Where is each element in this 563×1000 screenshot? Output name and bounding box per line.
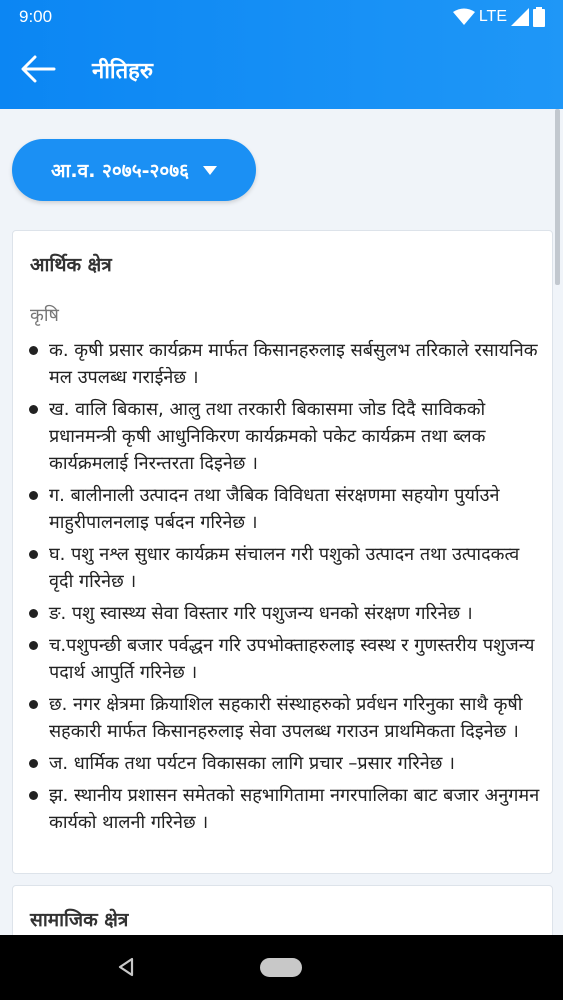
system-nav-bar: [0, 935, 563, 1000]
nav-home-pill-icon[interactable]: [260, 958, 302, 977]
list-item: क. कृषी प्रसार कार्यक्रम मार्फत किसानहरु…: [27, 337, 549, 391]
page-title: नीतिहरु: [92, 59, 153, 84]
fiscal-year-label: आ.व. २०७५-२०७६: [51, 160, 189, 182]
list-item: छ. नगर क्षेत्रमा क्रियाशिल सहकारी संस्था…: [27, 691, 549, 745]
policy-list: क. कृषी प्रसार कार्यक्रम मार्फत किसानहरु…: [27, 337, 549, 841]
subcategory-label: कृषि: [30, 305, 59, 326]
wifi-icon: [452, 8, 475, 25]
fiscal-year-dropdown[interactable]: आ.व. २०७५-२०७६: [12, 139, 256, 201]
list-item: ज. धार्मिक तथा पर्यटन विकासका लागि प्रचा…: [27, 750, 549, 777]
arrow-left-icon[interactable]: [20, 55, 56, 83]
signal-icon: [511, 8, 529, 26]
app-bar: 9:00 LTE नीतिहरु: [0, 0, 563, 109]
battery-icon: [533, 7, 545, 27]
main-content[interactable]: आ.व. २०७५-२०७६ आर्थिक क्षेत्र कृषि क. कृ…: [0, 109, 563, 935]
nav-back-icon[interactable]: [116, 957, 136, 977]
section-title: आर्थिक क्षेत्र: [30, 254, 112, 276]
scrollbar[interactable]: [555, 109, 560, 285]
dropdown-triangle-icon: [202, 165, 217, 175]
section-title: सामाजिक क्षेत्र: [30, 909, 129, 931]
status-bar: 9:00 LTE: [0, 0, 563, 34]
list-item: ग. बालीनाली उत्पादन तथा जैबिक विविधता सं…: [27, 482, 549, 536]
list-item: ख. वालि बिकास, आलु तथा तरकारी बिकासमा जो…: [27, 396, 549, 477]
list-item: च.पशुपन्छी बजार पर्वद्धन गरि उपभोक्ताहरु…: [27, 632, 549, 686]
list-item: झ. स्थानीय प्रशासन समेतको सहभागितामा नगर…: [27, 782, 549, 836]
network-type: LTE: [478, 8, 507, 25]
section-card-economic: आर्थिक क्षेत्र कृषि क. कृषी प्रसार कार्य…: [12, 230, 553, 874]
status-time: 9:00: [19, 7, 53, 26]
list-item: घ. पशु नश्ल सुधार कार्यक्रम संचालन गरी प…: [27, 541, 549, 595]
list-item: ङ. पशु स्वास्थ्य सेवा विस्तार गरि पशुजन्…: [27, 600, 549, 627]
section-card-social: सामाजिक क्षेत्र: [12, 885, 553, 935]
status-icons: LTE: [452, 6, 545, 28]
